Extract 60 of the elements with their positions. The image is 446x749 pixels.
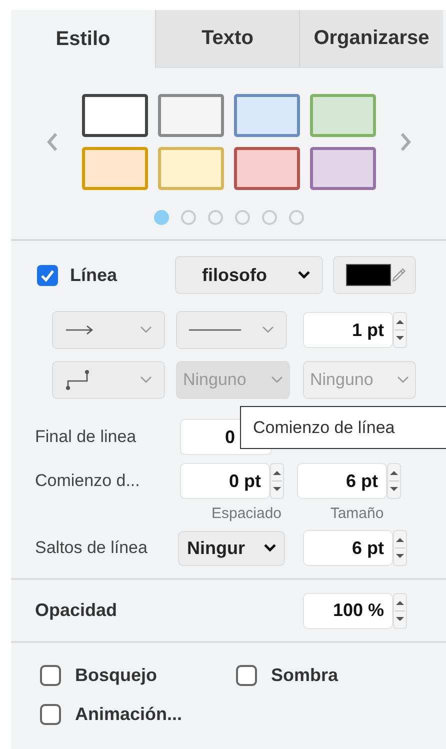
field-caption: Tamaño — [329, 505, 385, 522]
style-swatch[interactable] — [82, 147, 148, 190]
tab[interactable]: Estilo — [11, 10, 155, 68]
caret-icon — [298, 271, 310, 279]
option-label: Sombra — [271, 665, 338, 686]
style-swatch[interactable] — [158, 94, 224, 137]
caret-icon — [140, 326, 152, 334]
page-dot[interactable] — [154, 210, 168, 225]
page-dot[interactable] — [208, 210, 222, 225]
style-swatch[interactable] — [234, 94, 300, 137]
checkbox[interactable] — [37, 264, 58, 286]
page-dot[interactable] — [288, 210, 304, 225]
option-label: Animación... — [75, 704, 182, 725]
caret-icon — [397, 376, 409, 384]
page-dot[interactable] — [180, 210, 196, 225]
pattern-select[interactable] — [176, 311, 287, 349]
caret-icon — [264, 544, 276, 552]
tab[interactable]: Organizarse — [299, 10, 443, 68]
opacity-field[interactable]: 100 % — [303, 592, 393, 628]
caret-icon — [262, 326, 274, 334]
field-label: Final de linea — [35, 427, 138, 447]
style-swatch[interactable] — [82, 94, 148, 137]
tab[interactable]: Texto — [155, 10, 299, 68]
field-label: Saltos de línea — [35, 538, 148, 558]
connection-select[interactable] — [52, 311, 165, 349]
chevron-left-icon[interactable] — [46, 132, 58, 152]
size-field[interactable]: 6 pt — [297, 463, 387, 499]
spinner[interactable] — [393, 530, 407, 566]
page-dot[interactable] — [262, 210, 276, 225]
style-swatch[interactable] — [310, 147, 376, 190]
solid-line-icon — [189, 328, 241, 332]
line-color-button[interactable] — [333, 256, 416, 294]
spacing-field[interactable]: 0 pt — [180, 463, 270, 499]
caret-icon — [140, 376, 152, 384]
opacity-label: Opacidad — [35, 600, 118, 621]
line-label: Línea — [70, 264, 118, 286]
checkbox[interactable] — [236, 665, 257, 686]
caret-icon — [271, 376, 283, 384]
field-caption: Espaciado — [210, 505, 283, 522]
spinner[interactable] — [393, 312, 407, 348]
line-jumps-select[interactable]: Ningur — [178, 530, 285, 566]
style-swatch[interactable] — [234, 147, 300, 190]
chevron-right-icon[interactable] — [400, 132, 412, 152]
line-style-select[interactable]: filosofo — [175, 256, 323, 294]
tooltip: Comienzo de línea — [240, 406, 446, 449]
style-swatch[interactable] — [310, 94, 376, 137]
waypoint-icon — [65, 369, 91, 391]
style-swatch[interactable] — [158, 147, 224, 190]
line-jumps-size-field[interactable]: 6 pt — [303, 530, 393, 566]
checkbox[interactable] — [40, 704, 61, 725]
field-label: Comienzo d... — [35, 471, 141, 491]
checkbox[interactable] — [40, 665, 61, 686]
option-label: Bosquejo — [75, 665, 158, 686]
waypoint-select[interactable] — [52, 361, 165, 399]
spinner[interactable] — [270, 463, 284, 499]
line-width-field[interactable]: 1 pt — [303, 312, 393, 348]
spinner[interactable] — [393, 592, 407, 628]
arrow-icon — [65, 325, 95, 335]
spinner[interactable] — [387, 463, 401, 499]
page-dot[interactable] — [234, 210, 250, 225]
